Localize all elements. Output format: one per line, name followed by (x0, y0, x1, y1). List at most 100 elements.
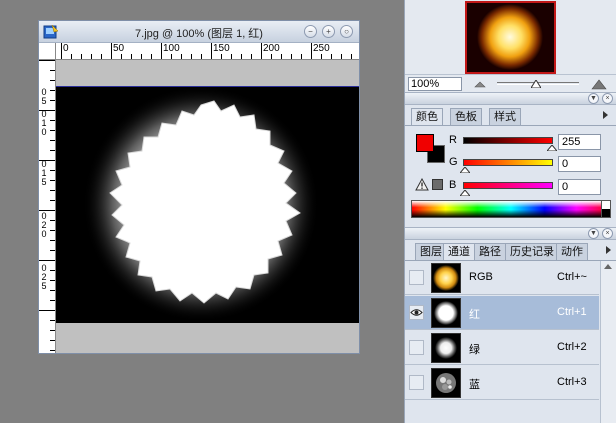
channel-thumbnail (431, 263, 461, 293)
document-titlebar[interactable]: 7.jpg @ 100% (图层 1, 红) − + ○ (39, 21, 359, 43)
eye-icon (410, 309, 423, 316)
blue-slider-thumb[interactable] (460, 190, 470, 196)
color-ramp[interactable] (411, 200, 611, 218)
right-palettes: 100% ▼ × 颜色 色板 样式 R 255 G 0 B 0 ▼ × 图层 通… (404, 0, 616, 423)
tab-color[interactable]: 颜色 (411, 108, 443, 126)
color-palette-header[interactable]: ▼ × (405, 92, 616, 105)
canvas-image[interactable] (56, 86, 359, 323)
navigator-footer: 100% (405, 74, 616, 92)
ruler-label: 0 (41, 229, 47, 239)
ruler-label: 150 (213, 43, 230, 54)
minimize-icon: ▼ (590, 230, 597, 237)
tab-styles[interactable]: 样式 (489, 108, 521, 125)
ruler-tick (211, 43, 212, 59)
gamut-warning-icon[interactable] (415, 178, 429, 191)
red-slider-track[interactable] (463, 137, 553, 144)
palette-minimize-button[interactable]: ▼ (588, 228, 599, 239)
tab-channels[interactable]: 通道 (443, 243, 475, 261)
tab-actions[interactable]: 动作 (556, 243, 588, 260)
ruler-label: 0 (41, 87, 47, 97)
zoom-in-icon[interactable] (591, 78, 607, 90)
zoom-out-icon[interactable] (473, 79, 487, 89)
palette-menu-icon[interactable] (603, 111, 608, 119)
foreground-color-swatch[interactable] (416, 134, 434, 152)
color-palette: 颜色 色板 样式 R 255 G 0 B 0 (405, 106, 616, 226)
minimize-button[interactable]: − (304, 25, 317, 38)
ruler-label: 100 (163, 43, 180, 54)
tab-divider (405, 125, 616, 126)
navigator-sun-thumbnail (467, 3, 554, 72)
channel-shortcut: Ctrl+~ (557, 271, 587, 283)
channel-row-green[interactable]: 绿 Ctrl+2 (405, 331, 599, 365)
channel-name: RGB (469, 271, 493, 283)
channel-thumbnail (431, 333, 461, 363)
green-channel-label: G (449, 156, 458, 168)
rgb-thumbnail-image (432, 264, 460, 292)
ruler-label: 5 (41, 281, 47, 291)
ruler-label: 5 (41, 177, 47, 187)
palette-close-button[interactable]: × (602, 228, 613, 239)
ruler-label: 1 (41, 168, 47, 178)
ruler-label: 0 (41, 109, 47, 119)
ruler-tick (61, 43, 62, 59)
channel-thumbnail (431, 298, 461, 328)
visibility-toggle[interactable] (409, 340, 424, 355)
scroll-up-icon[interactable] (604, 264, 612, 269)
channels-scrollbar[interactable] (600, 261, 616, 423)
close-button[interactable]: ○ (340, 25, 353, 38)
color-ramp-black-white[interactable] (601, 201, 610, 217)
visibility-toggle[interactable] (409, 375, 424, 390)
visibility-toggle[interactable] (409, 270, 424, 285)
red-thumbnail-image (432, 299, 460, 327)
palette-minimize-button[interactable]: ▼ (588, 93, 599, 104)
green-slider-track[interactable] (463, 159, 553, 166)
green-slider-thumb[interactable] (460, 167, 470, 173)
navigator-preview[interactable] (465, 1, 556, 74)
document-window[interactable]: 7.jpg @ 100% (图层 1, 红) − + ○ 0 50 100 150 20… (38, 20, 360, 354)
ruler-tick (39, 310, 55, 311)
ruler-label: 5 (41, 96, 47, 106)
color-ramp-shade (412, 201, 610, 217)
ruler-label: 2 (41, 220, 47, 230)
minimize-icon: ▼ (590, 95, 597, 102)
channel-row-rgb[interactable]: RGB Ctrl+~ (405, 261, 599, 295)
palette-close-button[interactable]: × (602, 93, 613, 104)
blue-channel-label: B (449, 179, 457, 191)
channel-row-blue[interactable]: 蓝 Ctrl+3 (405, 366, 599, 400)
red-value-field[interactable]: 255 (558, 134, 601, 150)
ruler-tick (161, 43, 162, 59)
ruler-tick (39, 60, 55, 61)
zoom-slider-thumb[interactable] (531, 80, 541, 88)
horizontal-ruler[interactable]: 0 50 100 150 200 250 (56, 43, 359, 60)
close-icon: × (605, 95, 610, 102)
navigator-panel: 100% (405, 0, 616, 92)
green-value-field[interactable]: 0 (558, 156, 601, 172)
ruler-label: 0 (41, 159, 47, 169)
channels-palette-header[interactable]: ▼ × (405, 227, 616, 240)
channel-name: 绿 (469, 344, 480, 356)
channels-palette: 图层 通道 路径 历史记录 动作 RGB Ctrl+~ 红 Ctrl+1 绿 C… (405, 241, 616, 423)
maximize-button[interactable]: + (322, 25, 335, 38)
channel-shortcut: Ctrl+2 (557, 341, 587, 353)
ruler-origin[interactable] (39, 43, 56, 60)
channel-name: 红 (469, 309, 480, 321)
tab-paths[interactable]: 路径 (474, 243, 506, 260)
zoom-field[interactable]: 100% (408, 77, 462, 91)
blue-slider-track[interactable] (463, 182, 553, 189)
out-of-gamut-swatch[interactable] (432, 179, 443, 190)
channel-row-red[interactable]: 红 Ctrl+1 (405, 296, 599, 330)
visibility-toggle[interactable] (409, 305, 424, 320)
red-slider-thumb[interactable] (547, 145, 557, 151)
tab-history[interactable]: 历史记录 (505, 243, 559, 260)
palette-menu-icon[interactable] (606, 246, 611, 254)
ruler-label: 0 (41, 211, 47, 221)
tab-swatches[interactable]: 色板 (450, 108, 482, 125)
canvas-area[interactable] (56, 60, 359, 353)
ruler-label: 0 (63, 43, 69, 54)
blue-value-field[interactable]: 0 (558, 179, 601, 195)
ruler-label: 0 (41, 263, 47, 273)
channel-thumbnail (431, 368, 461, 398)
ruler-tick (111, 43, 112, 59)
blue-thumbnail-image (432, 369, 460, 397)
vertical-ruler[interactable]: 05010015020025 (39, 60, 56, 353)
